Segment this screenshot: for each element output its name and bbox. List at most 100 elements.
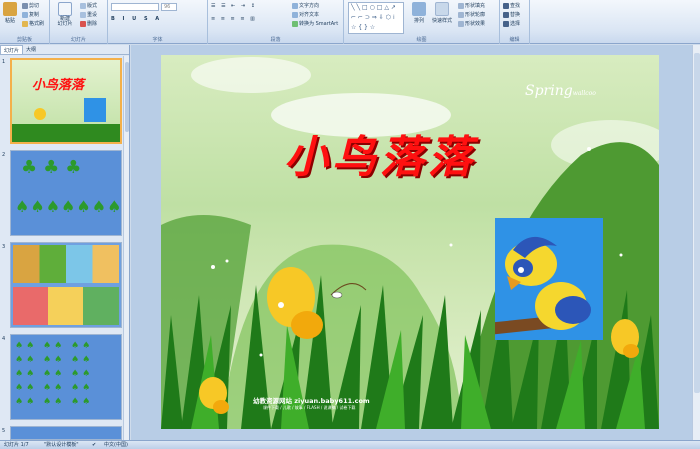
paragraph-group-label: 段落 [270, 37, 281, 43]
shape-outline-button[interactable]: 形状轮廓 [458, 11, 485, 18]
thumb-tree-row-1: ♣♣♣ [21, 157, 88, 178]
slide-number: 2 [2, 152, 6, 158]
slide-number: 4 [2, 336, 6, 342]
format-painter-button[interactable]: 格式刷 [22, 20, 44, 27]
thumb-tree-grid: ♠♠ ♠♠ ♠♠ ♠♠ ♠♠ ♠♠ ♠♠ ♠♠ ♠♠ ♠♠ ♠♠ ♠♠ ♠♠ ♠♠ ♠♠ [15, 341, 94, 407]
slide-number: 1 [2, 59, 6, 65]
spellcheck-icon[interactable]: ✔ [92, 441, 96, 449]
editing-group: 查找 替换 选择 编辑 [500, 0, 530, 44]
clipboard-group: 粘贴 剪切 复制 格式刷 剪贴板 [0, 0, 50, 44]
bird-illustration [495, 236, 591, 335]
font-size-field[interactable]: 96 [161, 3, 177, 11]
slide-thumbnail-3[interactable] [10, 242, 122, 328]
align-text-button[interactable]: 对齐文本 [292, 11, 319, 18]
ribbon: 粘贴 剪切 复制 格式刷 剪贴板 新建 幻灯片 版式 重设 删除 幻灯片 96 … [0, 0, 700, 44]
text-direction-button[interactable]: 文字方向 [292, 2, 319, 9]
binoculars-icon [503, 2, 509, 9]
align-text-icon [292, 11, 298, 18]
reset-button[interactable]: 重设 [80, 11, 97, 18]
replace-icon [503, 11, 509, 18]
thumb-title: 小鸟落落 [32, 78, 85, 93]
slide-title[interactable]: 小鸟落落 [284, 121, 476, 185]
align-row[interactable]: ≡ ≡ ≡ ≡ ▥ [211, 16, 257, 22]
slide-position: 幻灯片 1/7 [4, 442, 29, 448]
clipboard-group-label: 剪贴板 [16, 37, 32, 43]
slide-thumbnail-1[interactable]: 小鸟落落 [10, 58, 122, 144]
font-group-label: 字体 [152, 37, 163, 43]
thumb-photo-row-2 [13, 287, 119, 325]
shape-row-2-icon[interactable]: ⌐ ⌐ ⊃ ⇒ ⇩ ⬡ ⁞ [351, 14, 395, 21]
arrange-button[interactable]: 排列 [410, 2, 428, 24]
arrange-icon [412, 2, 426, 16]
quick-styles-button[interactable]: 快速样式 [430, 2, 454, 24]
smartart-icon [292, 20, 298, 27]
slide-number: 3 [2, 244, 6, 250]
slide-thumbnail-2[interactable]: ♣♣♣ ♠♠♠♠♠♠♠ [10, 150, 122, 236]
panel-tabs: 幻灯片 大纲 [0, 45, 129, 55]
cursor-icon [503, 20, 509, 27]
status-bar: 幻灯片 1/7 "默认设计模板" ✔ 中文(中国) [0, 440, 700, 449]
cut-button[interactable]: 剪切 [22, 2, 39, 9]
slide-editor: Springwallcoo 小鸟落落 幼教资源网站 ziyuan.baby611… [131, 45, 700, 440]
layout-icon [80, 2, 86, 9]
slides-group-label: 幻灯片 [70, 37, 86, 43]
effects-icon [458, 20, 464, 27]
bird-picture[interactable] [495, 218, 603, 340]
thumb-butterfly [34, 108, 46, 120]
thumb-tree-row-2: ♠♠♠♠♠♠♠ [15, 197, 122, 216]
drawing-group-label: 绘图 [416, 37, 427, 43]
theme-name: "默认设计模板" [44, 442, 79, 448]
slide-thumbnail-4[interactable]: ♠♠ ♠♠ ♠♠ ♠♠ ♠♠ ♠♠ ♠♠ ♠♠ ♠♠ ♠♠ ♠♠ ♠♠ ♠♠ ♠♠ ♠♠ [10, 334, 122, 420]
font-name-field[interactable] [111, 3, 159, 11]
find-button[interactable]: 查找 [503, 2, 520, 9]
website-watermark: 幼教资源网站 ziyuan.baby611.com [253, 397, 370, 405]
slide-thumbnail-5[interactable] [10, 426, 122, 440]
language-indicator[interactable]: 中文(中国) [104, 441, 128, 449]
slide-scrollbar[interactable] [692, 45, 700, 440]
bird-pupil [518, 267, 524, 273]
tab-outline[interactable]: 大纲 [23, 45, 39, 54]
slide-number: 5 [2, 428, 6, 434]
delete-icon [80, 20, 86, 27]
line-shape-icon[interactable]: ╲ ╲ □ ○ □ △ ↗ [351, 4, 396, 11]
paste-button[interactable]: 粘贴 [2, 2, 18, 24]
shape-row-3-icon[interactable]: ☆ { } ☆ [351, 24, 375, 31]
scroll-thumb[interactable] [125, 62, 129, 132]
slide-thumbnail-panel: 幻灯片 大纲 1 小鸟落落 2 ♣♣♣ ♠♠♠♠♠♠♠ 3 4 ♠♠ ♠♠ ♠♠… [0, 45, 130, 440]
shape-fill-button[interactable]: 形状填充 [458, 2, 485, 9]
font-format-row[interactable]: B I U S A [111, 16, 162, 22]
new-slide-icon [58, 2, 72, 16]
cloud [191, 57, 311, 93]
paragraph-group: ☰ ☰ ⇤ ⇥ ↕ ≡ ≡ ≡ ≡ ▥ 文字方向 对齐文本 转换为 SmartA… [208, 0, 344, 44]
scroll-thumb[interactable] [694, 53, 700, 393]
pen-outline-icon [458, 11, 464, 18]
thumbnail-list: 1 小鸟落落 2 ♣♣♣ ♠♠♠♠♠♠♠ 3 4 ♠♠ ♠♠ ♠♠ ♠♠ ♠♠ ♠… [0, 56, 124, 440]
shape-effects-button[interactable]: 形状效果 [458, 20, 485, 27]
thumbnail-scrollbar[interactable] [123, 56, 129, 440]
scissors-icon [22, 2, 28, 9]
shapes-gallery[interactable]: ╲ ╲ □ ○ □ △ ↗ ⌐ ⌐ ⊃ ⇒ ⇩ ⬡ ⁞ ☆ { } ☆ [348, 2, 404, 34]
copy-icon [22, 11, 28, 18]
editing-group-label: 编辑 [509, 37, 520, 43]
smartart-button[interactable]: 转换为 SmartArt [292, 20, 338, 27]
copy-button[interactable]: 复制 [22, 11, 39, 18]
select-button[interactable]: 选择 [503, 20, 520, 27]
bullets-row[interactable]: ☰ ☰ ⇤ ⇥ ↕ [211, 3, 257, 9]
slides-group: 新建 幻灯片 版式 重设 删除 幻灯片 [50, 0, 108, 44]
text-direction-icon [292, 2, 298, 9]
thumb-grass [12, 124, 120, 142]
thumb-bird-image [84, 98, 106, 122]
bird-wing [555, 296, 591, 324]
tab-slides[interactable]: 幻灯片 [0, 45, 24, 54]
layout-button[interactable]: 版式 [80, 2, 97, 9]
paste-icon [3, 2, 17, 16]
delete-slide-button[interactable]: 删除 [80, 20, 97, 27]
fill-bucket-icon [458, 2, 464, 9]
current-slide[interactable]: Springwallcoo 小鸟落落 幼教资源网站 ziyuan.baby611… [161, 55, 659, 429]
website-watermark-sub: 课件下载 / 儿歌 / 故事 / FLASH / 说课稿 / 试卷下载 [263, 405, 356, 410]
brush-icon [22, 20, 28, 27]
replace-button[interactable]: 替换 [503, 11, 520, 18]
thumb-photo-row-1 [13, 245, 119, 283]
font-group: 96 B I U S A 字体 [108, 0, 208, 44]
new-slide-button[interactable]: 新建 幻灯片 [54, 2, 76, 27]
